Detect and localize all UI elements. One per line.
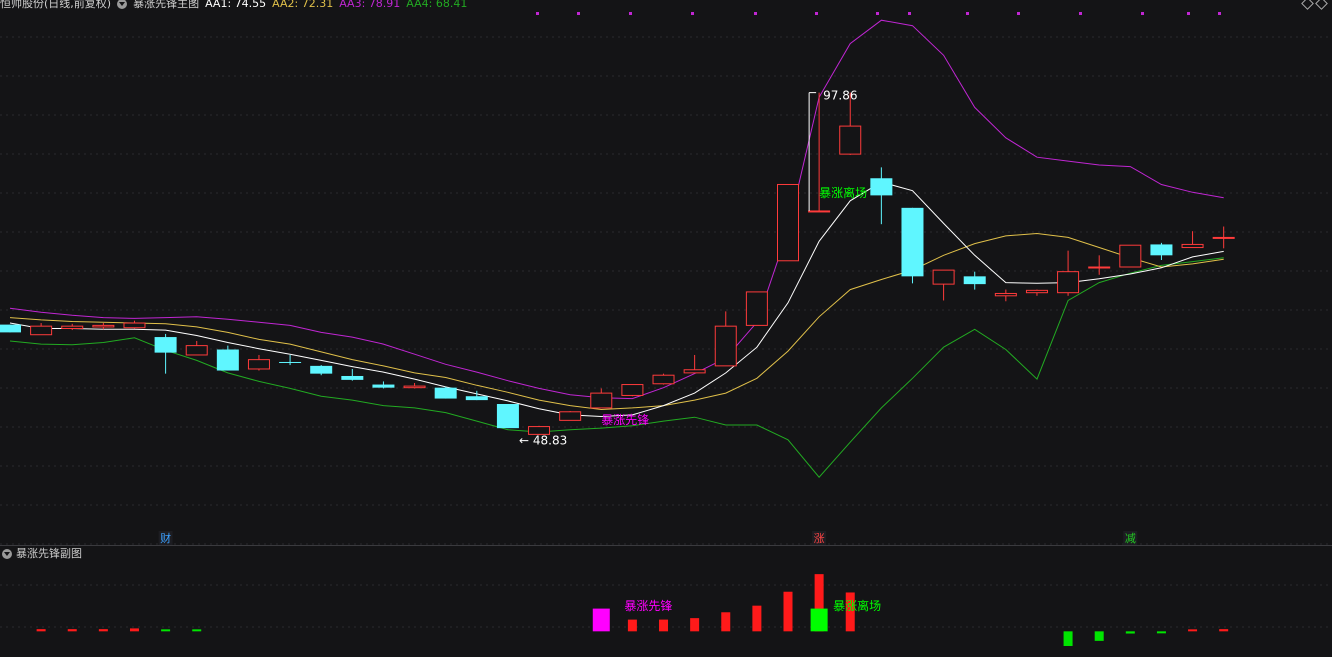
marker-label: 涨 — [814, 532, 825, 545]
top-dot — [754, 12, 757, 15]
pioneer-label: 暴涨先锋 — [601, 412, 649, 427]
top-dot — [876, 12, 879, 15]
candle-body — [1212, 236, 1235, 239]
top-dot — [536, 12, 539, 15]
candle-body — [465, 396, 488, 401]
candle-body — [714, 325, 737, 367]
sub-pioneer-label: 暴涨先锋 — [624, 598, 672, 613]
candle-body — [1119, 244, 1142, 268]
sub-bar — [1156, 631, 1166, 634]
top-dot — [1141, 12, 1144, 15]
top-dot — [966, 12, 969, 15]
candle-body — [61, 325, 84, 329]
sub-bar — [810, 608, 828, 632]
sub-bar — [1094, 631, 1104, 641]
sub-bar — [721, 612, 731, 632]
sub-bar — [129, 628, 139, 632]
top-dot — [1079, 12, 1082, 15]
aa1-line — [9, 181, 1224, 418]
aa2-line — [9, 232, 1224, 411]
candle-body — [216, 349, 239, 371]
candle-body — [30, 325, 53, 336]
sub-exit-label: 暴涨离场 — [833, 598, 881, 613]
candle-body — [745, 291, 768, 326]
marker-label: 财 — [160, 531, 171, 545]
high-price-label: 97.86 — [823, 89, 857, 103]
low-price-label: ← 48.83 — [519, 433, 567, 447]
candle-body — [185, 345, 208, 356]
candle-body — [621, 384, 644, 396]
candle-body — [434, 387, 457, 399]
top-dot — [629, 12, 632, 15]
sub-bar — [1125, 631, 1135, 634]
sub-bar — [659, 619, 669, 632]
exit-label: 暴涨离场 — [819, 185, 867, 200]
top-dot — [815, 12, 818, 15]
candle-body — [1025, 289, 1048, 294]
candle-body — [0, 324, 21, 333]
candle-body — [123, 322, 146, 329]
top-dot — [908, 12, 911, 15]
candle-body — [590, 392, 613, 409]
candle-body — [839, 125, 862, 155]
sub-bar — [36, 629, 46, 632]
sub-bar — [161, 629, 171, 632]
candle-body — [652, 374, 675, 385]
candle-body — [1088, 266, 1111, 269]
candle-body — [1150, 244, 1173, 256]
sub-bar — [1063, 631, 1073, 646]
sub-bar — [98, 629, 108, 632]
candle-body — [994, 292, 1017, 297]
candle-body — [963, 276, 986, 285]
sub-bar — [783, 591, 793, 632]
candle-body — [808, 210, 831, 213]
candle-body — [1181, 243, 1204, 249]
candle-body — [870, 178, 893, 196]
main-chart[interactable]: 97.86 ← 48.83 暴涨先锋 暴涨离场财 涨 减 — [0, 0, 1332, 546]
sub-bar — [592, 608, 610, 632]
candle-body — [341, 375, 364, 380]
candle-body — [372, 384, 395, 388]
candle-body — [777, 183, 799, 262]
candle-body — [496, 404, 519, 429]
sub-bar — [1219, 629, 1229, 632]
candle-body — [403, 385, 426, 389]
sub-bar — [752, 605, 762, 632]
candle-body — [92, 324, 115, 328]
sub-bar — [192, 629, 202, 632]
sub-chart[interactable]: 暴涨先锋 暴涨离场 — [0, 546, 1332, 657]
sub-bar — [1188, 629, 1198, 632]
candle-body — [683, 369, 706, 374]
candle-body — [154, 337, 177, 353]
sub-bar — [690, 618, 700, 632]
marker-label: 减 — [1125, 532, 1136, 545]
candle-body — [932, 269, 955, 285]
candle-body — [1057, 271, 1080, 294]
top-dot — [1218, 12, 1221, 15]
aa3-line — [9, 19, 1224, 400]
candle-body — [901, 207, 924, 277]
candle-body — [310, 365, 333, 374]
sub-bar — [627, 619, 637, 632]
candle-body — [279, 361, 302, 363]
top-dot — [1017, 12, 1020, 15]
top-dot — [691, 12, 694, 15]
sub-bar — [67, 629, 77, 632]
candle-body — [247, 359, 270, 370]
candle-body — [559, 411, 582, 421]
top-dot — [1187, 12, 1190, 15]
top-dot — [577, 12, 580, 15]
